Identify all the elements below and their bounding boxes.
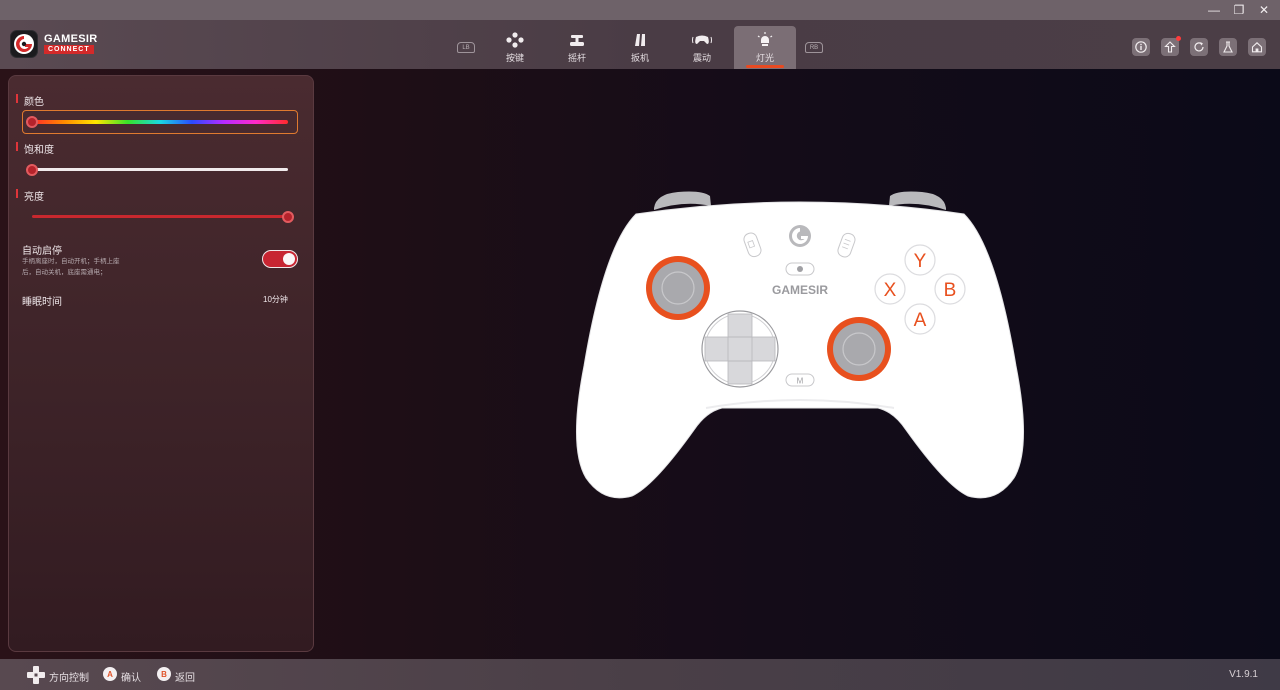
info-icon[interactable]: [1132, 38, 1150, 56]
sleep-time-label: 睡眠时间: [22, 297, 62, 308]
gamesir-logo: [10, 30, 38, 58]
title-bar: — ❐ ✕: [0, 0, 1280, 20]
a-button[interactable]: A: [904, 303, 936, 335]
brand-name: GAMESIR: [44, 33, 98, 45]
y-label: Y: [914, 251, 927, 272]
right-joystick[interactable]: [827, 317, 891, 381]
dpad-icon: [27, 666, 45, 684]
home-icon[interactable]: [1248, 38, 1266, 56]
back-hint-label[interactable]: 返回: [175, 669, 195, 684]
auto-power-label: 自动启停: [22, 246, 62, 257]
b-label: B: [944, 280, 957, 301]
lb-bumper-button[interactable]: LB: [457, 42, 475, 53]
close-button[interactable]: ✕: [1251, 0, 1277, 20]
controller-logo-icon: [789, 225, 811, 247]
controller-brand: GAMESIR: [772, 283, 828, 297]
auto-power-toggle[interactable]: [262, 250, 298, 268]
a-label: A: [914, 310, 927, 331]
color-slider-thumb[interactable]: [26, 116, 38, 128]
restore-button[interactable]: ❐: [1226, 0, 1252, 20]
dpad[interactable]: [701, 310, 779, 388]
tab-label: 摇杆: [567, 53, 586, 63]
minimize-button[interactable]: —: [1201, 0, 1227, 20]
controller-illustration: Y X B A GAMESIR M: [575, 191, 1025, 499]
brand-sub: CONNECT: [44, 45, 94, 54]
vibration-icon: [692, 35, 712, 44]
section-marker: [16, 189, 18, 198]
bottom-bar: 方向控制 A 确认 B 返回 V1.9.1: [0, 659, 1280, 690]
x-button[interactable]: X: [874, 273, 906, 305]
m-button[interactable]: M: [785, 373, 815, 387]
y-button[interactable]: Y: [904, 244, 936, 276]
brightness-slider[interactable]: [32, 215, 288, 218]
buttons-icon: [506, 32, 524, 48]
a-key-icon: A: [103, 667, 117, 681]
tab-label: 灯光: [755, 53, 774, 63]
notification-dot: [1176, 36, 1181, 41]
rb-bumper-button[interactable]: RB: [805, 42, 823, 53]
tab-label: 按键: [505, 53, 524, 63]
tab-vibration[interactable]: 震动: [671, 26, 733, 69]
dpad-hint-label: 方向控制: [49, 673, 89, 684]
section-marker: [16, 94, 18, 103]
brightness-label: 亮度: [24, 192, 44, 203]
light-icon: [757, 32, 773, 46]
trigger-icon: [635, 34, 645, 46]
tab-label: 扳机: [630, 53, 649, 63]
confirm-hint-label[interactable]: 确认: [121, 669, 141, 684]
tab-joystick[interactable]: 摇杆: [546, 26, 608, 69]
app-version: V1.9.1: [1229, 669, 1258, 680]
saturation-slider-thumb[interactable]: [26, 164, 38, 176]
b-key-icon: B: [157, 667, 171, 681]
light-settings-panel: [8, 75, 314, 652]
joystick-icon: [570, 35, 584, 46]
brightness-slider-thumb[interactable]: [282, 211, 294, 223]
left-joystick[interactable]: [646, 256, 710, 320]
tab-buttons[interactable]: 按键: [484, 26, 546, 69]
section-marker: [16, 142, 18, 151]
tab-label: 震动: [692, 53, 711, 63]
refresh-icon[interactable]: [1190, 38, 1208, 56]
saturation-label: 饱和度: [24, 145, 54, 156]
saturation-slider[interactable]: [32, 168, 288, 171]
tab-trigger[interactable]: 扳机: [609, 26, 671, 69]
color-label: 颜色: [24, 97, 44, 108]
sleep-time-value[interactable]: 10分钟: [263, 294, 288, 305]
lab-icon[interactable]: [1219, 38, 1237, 56]
upload-icon[interactable]: [1161, 36, 1181, 56]
tab-light[interactable]: 灯光: [734, 26, 796, 69]
auto-power-description-2: 后，自动关机，底座需通电；: [22, 269, 107, 276]
b-button[interactable]: B: [934, 273, 966, 305]
color-slider[interactable]: [32, 120, 288, 124]
m-label: M: [797, 377, 804, 386]
header: GAMESIR CONNECT LB 按键 摇杆 扳机 震动 灯光 RB: [0, 20, 1280, 69]
x-label: X: [884, 280, 897, 301]
share-button[interactable]: [785, 262, 815, 276]
gamesir-logo-icon: [14, 34, 34, 54]
auto-power-description-1: 手柄离座时，自动开机；手柄上座: [22, 258, 120, 265]
